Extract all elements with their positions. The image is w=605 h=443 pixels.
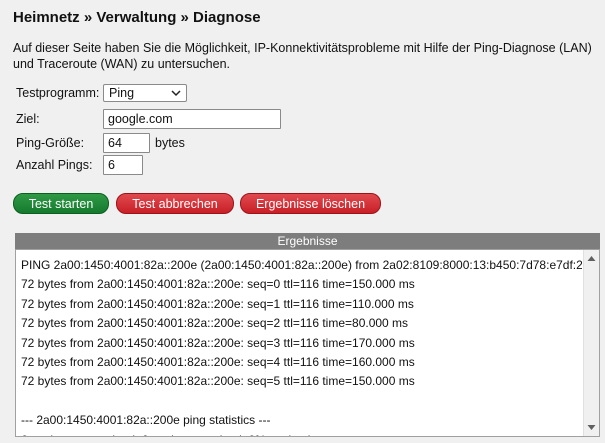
result-line: 72 bytes from 2a00:1450:4001:82a::200e: … — [21, 355, 415, 370]
result-line: 72 bytes from 2a00:1450:4001:82a::200e: … — [21, 296, 414, 311]
results-header: Ergebnisse — [15, 233, 600, 249]
result-line: 72 bytes from 2a00:1450:4001:82a::200e: … — [21, 277, 415, 292]
target-row: Ziel: — [16, 109, 281, 129]
result-line: 72 bytes from 2a00:1450:4001:82a::200e: … — [21, 335, 415, 350]
program-select[interactable]: Ping — [103, 84, 187, 102]
page-title: Heimnetz » Verwaltung » Diagnose — [13, 9, 261, 26]
result-line: --- 2a00:1450:4001:82a::200e ping statis… — [21, 413, 271, 428]
start-test-button[interactable]: Test starten — [13, 193, 109, 214]
program-row: Testprogramm: Ping — [16, 84, 187, 102]
result-line: 6 packets transmitted, 6 packets receive… — [21, 431, 582, 436]
result-line — [21, 392, 582, 411]
chevron-down-icon — [171, 90, 181, 97]
program-label: Testprogramm: — [16, 86, 100, 100]
target-input[interactable] — [103, 109, 281, 129]
scroll-up-icon[interactable] — [587, 254, 596, 263]
result-line: 72 bytes from 2a00:1450:4001:82a::200e: … — [21, 316, 409, 331]
count-label: Anzahl Pings: — [16, 158, 93, 172]
size-unit: bytes — [155, 136, 185, 150]
ping-size-input[interactable] — [103, 133, 150, 153]
results-scrollbar[interactable] — [583, 250, 599, 436]
ping-count-input[interactable] — [103, 155, 143, 175]
result-line: PING 2a00:1450:4001:82a::200e (2a00:1450… — [21, 258, 582, 272]
count-row: Anzahl Pings: — [16, 155, 143, 175]
size-label: Ping-Größe: — [16, 136, 85, 150]
scroll-down-icon[interactable] — [587, 423, 596, 432]
abort-test-button[interactable]: Test abbrechen — [116, 193, 234, 214]
clear-results-button[interactable]: Ergebnisse löschen — [240, 193, 381, 214]
results-output: PING 2a00:1450:4001:82a::200e (2a00:1450… — [21, 256, 582, 436]
result-line: 72 bytes from 2a00:1450:4001:82a::200e: … — [21, 374, 415, 389]
results-textarea[interactable]: PING 2a00:1450:4001:82a::200e (2a00:1450… — [15, 249, 600, 437]
size-row: Ping-Größe: bytes — [16, 133, 185, 153]
program-select-value: Ping — [109, 86, 135, 100]
target-label: Ziel: — [16, 112, 40, 126]
page-description: Auf dieser Seite haben Sie die Möglichke… — [13, 41, 592, 71]
